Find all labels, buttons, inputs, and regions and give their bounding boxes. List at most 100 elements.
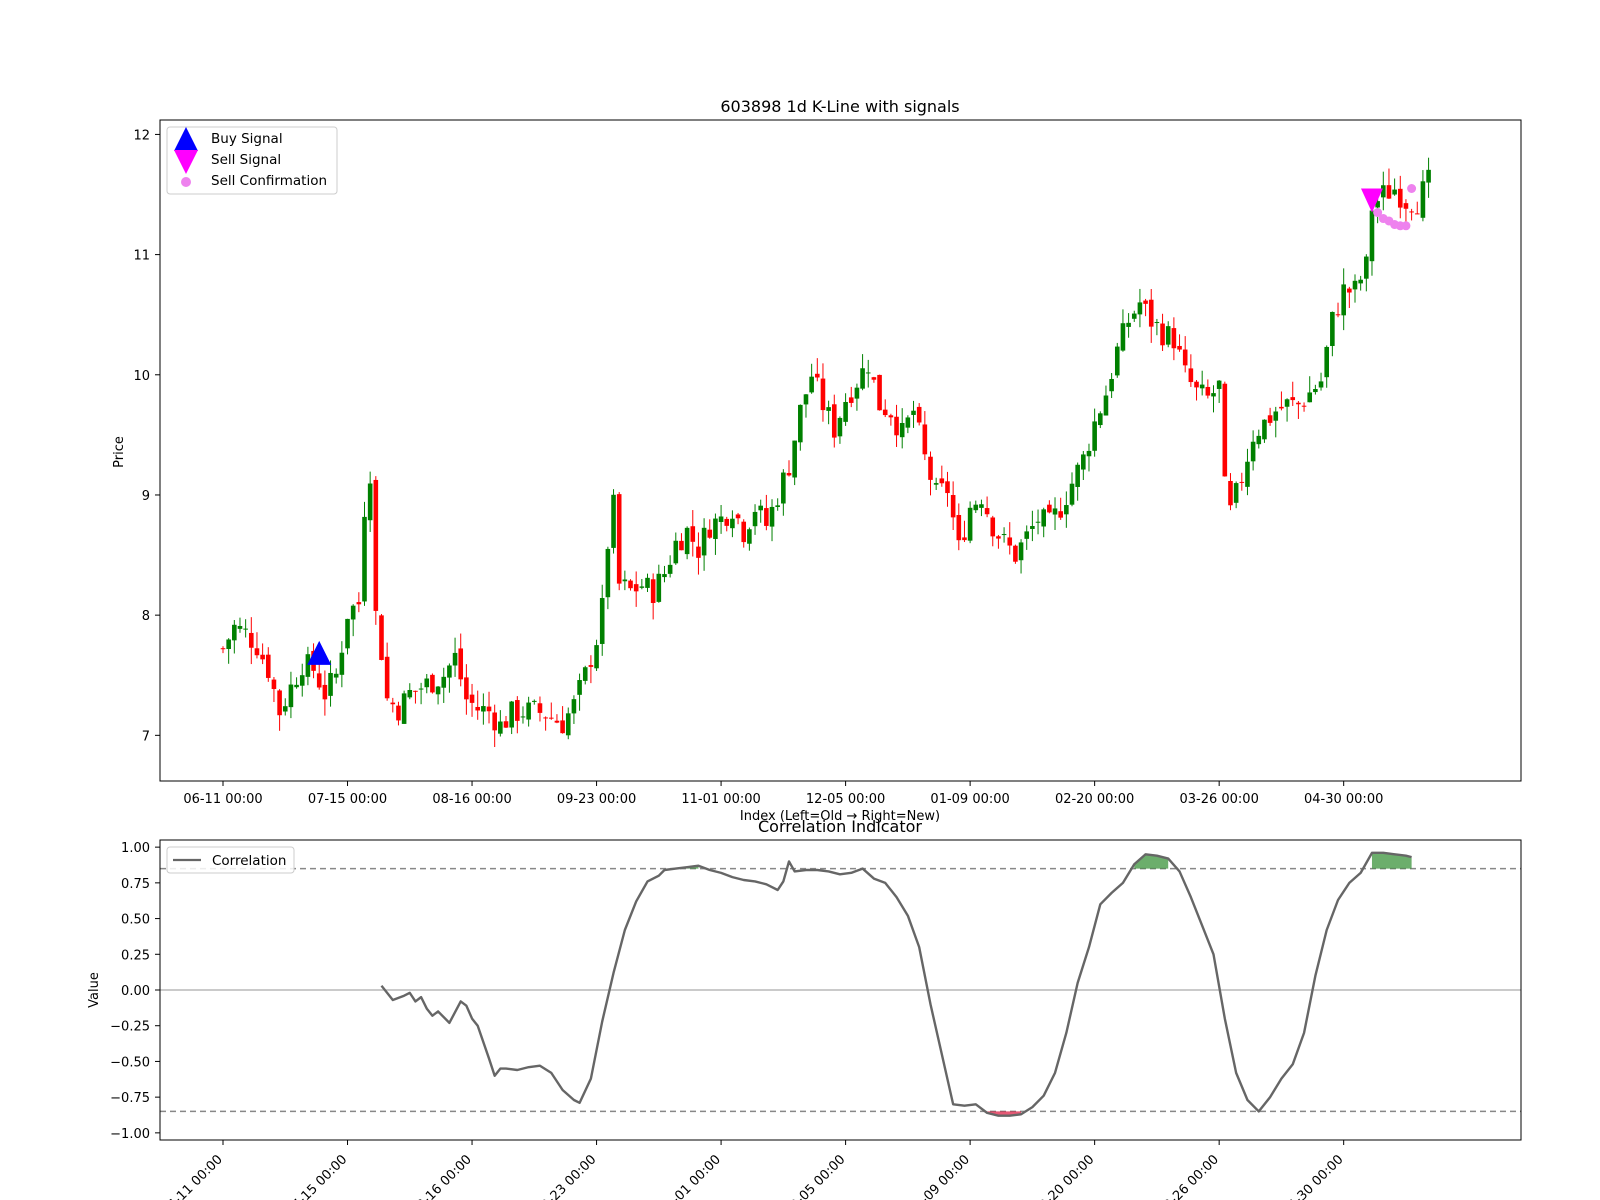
candle-body xyxy=(803,394,809,405)
candle-body xyxy=(1369,210,1375,262)
sell-confirmation-legend-icon xyxy=(181,177,191,187)
correlation-y-tick-label: −0.50 xyxy=(110,1055,150,1070)
correlation-y-tick-label: −0.25 xyxy=(110,1020,150,1035)
candle-body xyxy=(1069,483,1075,505)
candle-body xyxy=(831,404,837,438)
candle-body xyxy=(396,705,401,721)
correlation-panel: −1.00 −0.75 −0.50 −0.25 0.00 0.25 0.50 0.75 1.00… xyxy=(87,817,1522,1200)
candle-body xyxy=(503,721,509,728)
candle-body xyxy=(1148,299,1154,327)
candle-body xyxy=(537,703,543,713)
candle-body xyxy=(1047,504,1052,513)
candle-body xyxy=(979,504,984,508)
kline-plot-area xyxy=(220,157,1431,748)
candle-body xyxy=(747,529,752,544)
candle-body xyxy=(707,529,713,538)
candle-body xyxy=(339,652,345,675)
candle-body xyxy=(452,652,458,666)
correlation-title: Correlation Indicator xyxy=(758,817,922,836)
candle-body xyxy=(582,667,588,681)
candle-body xyxy=(1154,322,1160,324)
candle-body xyxy=(984,508,990,515)
candle-body xyxy=(1420,181,1426,218)
candle-body xyxy=(475,706,480,711)
candle-body xyxy=(1131,313,1137,319)
candle-body xyxy=(390,702,396,705)
candle-body xyxy=(701,527,707,556)
correlation-x-tick-label: 08-16 00:00 xyxy=(408,1152,475,1200)
candle-body xyxy=(973,504,979,511)
correlation-legend: Correlation xyxy=(166,846,295,874)
candle-body xyxy=(1313,389,1318,393)
correlation-x-tick-label: 04-30 00:00 xyxy=(1280,1152,1347,1200)
candle-body xyxy=(1165,326,1171,345)
kline-axes-frame xyxy=(159,119,1522,782)
candle-body xyxy=(543,717,548,719)
sell-confirmation-marker xyxy=(1407,184,1417,194)
candle-body xyxy=(798,404,803,443)
candle-body xyxy=(288,684,294,708)
kline-title: 603898 1d K-Line with signals xyxy=(720,97,959,116)
candle-body xyxy=(1199,384,1205,389)
candle-body xyxy=(1081,454,1086,470)
candle-body xyxy=(650,579,656,603)
candle-body xyxy=(865,372,871,374)
correlation-x-ticks: 06-11 00:00 07-15 00:00 08-16 00:00 09-23 0… xyxy=(159,1140,1347,1200)
candle-body xyxy=(848,397,854,403)
candle-body xyxy=(1160,323,1165,346)
candle-body xyxy=(1273,411,1279,421)
candle-body xyxy=(509,701,514,728)
candle-body xyxy=(1058,511,1063,518)
candle-body xyxy=(877,374,882,411)
candle-body xyxy=(277,690,282,716)
candle-body xyxy=(424,678,430,688)
candle-body xyxy=(373,479,379,611)
candle-body xyxy=(1239,481,1245,483)
candle-body xyxy=(945,481,950,494)
candle-body xyxy=(571,699,577,714)
candle-body xyxy=(350,605,356,620)
candle-body xyxy=(611,494,616,548)
candle-body xyxy=(401,693,407,724)
candle-body xyxy=(1279,406,1284,409)
candle-body xyxy=(1358,279,1363,284)
candle-body xyxy=(996,536,1001,539)
candle-body xyxy=(316,673,322,688)
candle-body xyxy=(713,518,718,539)
correlation-y-axis-label: Value xyxy=(87,972,102,1008)
candle-body xyxy=(730,518,735,529)
candle-body xyxy=(435,686,441,695)
candle-body xyxy=(237,626,243,629)
kline-x-tick-label: 06-11 00:00 xyxy=(183,792,262,807)
candle-body xyxy=(1301,405,1307,407)
candle-body xyxy=(526,702,531,720)
candle-body xyxy=(616,494,622,584)
candle-body xyxy=(775,505,780,507)
candle-body xyxy=(662,574,667,578)
candle-body xyxy=(882,409,888,416)
candle-body xyxy=(1041,509,1046,527)
candle-body xyxy=(1290,397,1296,401)
candle-body xyxy=(922,424,928,455)
candle-body xyxy=(588,665,594,667)
candle-body xyxy=(1426,169,1431,183)
candle-body xyxy=(1024,531,1030,539)
candle-body xyxy=(407,689,413,698)
candle-body xyxy=(950,495,956,518)
candle-body xyxy=(1267,415,1273,423)
candle-body xyxy=(837,417,843,437)
kline-x-tick-label: 02-20 00:00 xyxy=(1055,792,1134,807)
candle-body xyxy=(515,700,520,721)
kline-panel: 603898 1d K-Line with signals 789101112 … xyxy=(112,97,1522,824)
candle-body xyxy=(1103,395,1109,416)
candle-body xyxy=(758,505,763,511)
candle-body xyxy=(667,564,673,574)
candle-body xyxy=(243,628,248,630)
candle-body xyxy=(786,472,792,476)
candle-body xyxy=(764,508,769,526)
kline-y-axis-label: Price xyxy=(112,436,127,468)
candle-body xyxy=(345,618,350,649)
candle-body xyxy=(1126,322,1131,327)
candle-body xyxy=(447,665,452,678)
candle-body xyxy=(362,516,367,602)
